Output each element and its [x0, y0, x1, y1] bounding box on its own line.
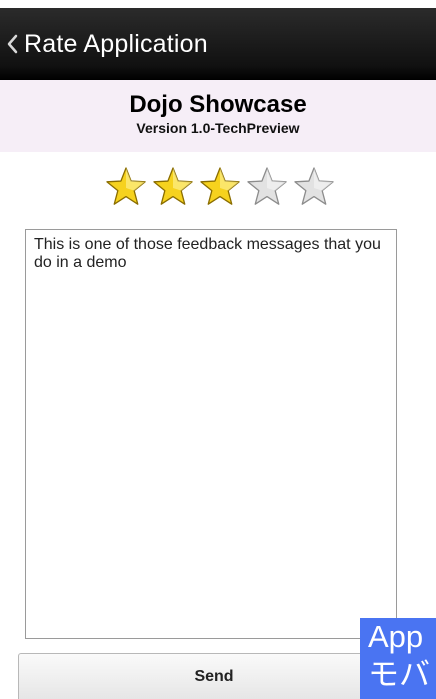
page-title: Rate Application [24, 29, 208, 58]
star-filled-icon[interactable] [151, 165, 195, 209]
overlay-badge: App モバ [360, 618, 436, 699]
title-bar: Rate Application [0, 8, 436, 80]
app-info-banner: Dojo Showcase Version 1.0-TechPreview [0, 80, 436, 152]
chevron-left-icon [7, 34, 18, 54]
star-rating[interactable] [104, 165, 344, 211]
back-button[interactable]: Rate Application [0, 8, 208, 80]
app-name: Dojo Showcase [129, 91, 307, 118]
star-empty-icon[interactable] [245, 165, 289, 209]
status-strip [0, 0, 436, 8]
app-version: Version 1.0-TechPreview [136, 120, 300, 136]
star-filled-icon[interactable] [104, 165, 148, 209]
star-filled-icon[interactable] [198, 165, 242, 209]
overlay-line-2: モバ [368, 657, 430, 692]
star-empty-icon[interactable] [292, 165, 336, 209]
overlay-line-1: App [368, 619, 424, 654]
feedback-message-input[interactable] [25, 229, 397, 639]
send-button[interactable]: Send [18, 653, 410, 699]
